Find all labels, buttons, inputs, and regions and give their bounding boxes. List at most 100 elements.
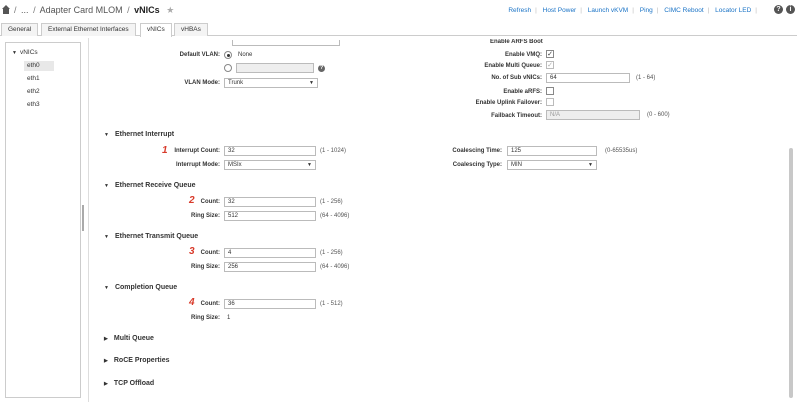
tab-bar: General External Ethernet Interfaces vNI…: [0, 22, 797, 37]
header-links: Refresh | Host Power | Launch vKVM | Ping | …: [508, 7, 757, 14]
help-icon[interactable]: ?: [774, 5, 783, 14]
enable-multi-queue-checkbox[interactable]: ✓: [546, 61, 554, 69]
default-vlan-label: Default VLAN:: [179, 52, 220, 58]
caret-right-icon: ▶: [104, 336, 108, 342]
caret-down-icon: ▼: [104, 285, 109, 291]
chevron-down-icon: ▼: [588, 162, 593, 168]
locator-led-link[interactable]: Locator LED: [715, 7, 751, 14]
rx-ring-size-range: (64 - 4096): [320, 213, 350, 219]
interrupt-count-input[interactable]: 32: [224, 146, 316, 156]
enable-vmq-label: Enable VMQ:: [504, 52, 542, 58]
vlan-help-icon[interactable]: ?: [318, 65, 325, 72]
section-tcp-offload[interactable]: ▶ TCP Offload: [104, 380, 154, 387]
section-multi-queue[interactable]: ▶ Multi Queue: [104, 335, 154, 342]
sub-vnics-range: (1 - 64): [636, 75, 656, 81]
section-ethernet-interrupt[interactable]: ▼ Ethernet Interrupt: [104, 131, 174, 138]
section-completion-queue[interactable]: ▼ Completion Queue: [104, 284, 177, 291]
host-power-link[interactable]: Host Power: [543, 7, 577, 14]
cq-count-range: (1 - 512): [320, 301, 343, 307]
interrupt-mode-value: MSIx: [228, 162, 242, 168]
scrollbar-thumb[interactable]: [789, 148, 793, 398]
section-ethernet-receive-queue[interactable]: ▼ Ethernet Receive Queue: [104, 182, 195, 189]
breadcrumb-ellipsis[interactable]: ...: [21, 5, 29, 15]
tx-ring-size-label: Ring Size:: [190, 264, 220, 270]
interrupt-mode-select[interactable]: MSIx ▼: [224, 160, 316, 170]
cq-ring-size-label: Ring Size:: [190, 315, 220, 321]
tree-item-eth3[interactable]: eth3: [24, 100, 54, 110]
cq-count-label: Count:: [200, 301, 220, 307]
interrupt-mode-label: Interrupt Mode:: [176, 162, 220, 168]
cimc-reboot-link[interactable]: CIMC Reboot: [664, 7, 703, 14]
tab-external-ethernet-interfaces[interactable]: External Ethernet Interfaces: [41, 23, 136, 36]
coalescing-time-range: (0-65535us): [605, 148, 638, 154]
launch-vkvm-link[interactable]: Launch vKVM: [588, 7, 628, 14]
failback-timeout-range: (0 - 600): [647, 112, 670, 118]
vlan-custom-radio[interactable]: [224, 64, 232, 72]
failback-timeout-input[interactable]: N/A: [546, 110, 640, 120]
cq-ring-size-value: 1: [227, 315, 231, 321]
tab-general[interactable]: General: [1, 23, 39, 36]
caret-down-icon: ▼: [104, 234, 109, 240]
refresh-link[interactable]: Refresh: [508, 7, 531, 14]
tree-item-eth0[interactable]: eth0: [24, 61, 54, 71]
vlan-mode-label: VLAN Mode:: [184, 80, 220, 86]
enable-arfs-label: Enable aRFS:: [503, 89, 542, 95]
tree-item-eth1[interactable]: eth1: [24, 74, 54, 84]
tx-count-label: Count:: [200, 250, 220, 256]
vlan-mode-select[interactable]: Trunk ▼: [224, 78, 318, 88]
caret-down-icon[interactable]: ▼: [12, 50, 17, 56]
sub-vnics-label: No. of Sub vNICs:: [491, 75, 542, 81]
pane-splitter-handle[interactable]: [82, 205, 84, 231]
vertical-scrollbar[interactable]: [788, 38, 794, 398]
breadcrumb-current: vNICs: [134, 5, 160, 15]
vnic-tree: ▼ vNICs eth0 eth1 eth2 eth3: [5, 42, 81, 398]
cq-count-input[interactable]: 36: [224, 299, 316, 309]
caret-right-icon: ▶: [104, 358, 108, 364]
vlan-none-label: None: [238, 52, 253, 58]
rx-count-input[interactable]: 32: [224, 197, 316, 207]
favorite-star-icon[interactable]: ★: [166, 5, 174, 15]
chevron-down-icon: ▼: [307, 162, 312, 168]
coalescing-type-label: Coalescing Type:: [452, 162, 502, 168]
section-ethernet-transmit-queue[interactable]: ▼ Ethernet Transmit Queue: [104, 233, 198, 240]
enable-uplink-failover-checkbox[interactable]: [546, 98, 554, 106]
section-roce-properties[interactable]: ▶ RoCE Properties: [104, 357, 169, 364]
caret-down-icon: ▼: [104, 183, 109, 189]
coalescing-type-value: MIN: [511, 162, 522, 168]
chevron-down-icon: ▼: [309, 80, 314, 86]
home-icon[interactable]: [2, 5, 10, 14]
tx-ring-size-input[interactable]: 256: [224, 262, 316, 272]
rx-ring-size-label: Ring Size:: [190, 213, 220, 219]
vlan-mode-value: Trunk: [228, 80, 244, 86]
clipped-input[interactable]: [232, 40, 340, 46]
enable-uplink-failover-label: Enable Uplink Failover:: [475, 100, 542, 106]
tab-vhbas[interactable]: vHBAs: [174, 23, 208, 36]
failback-timeout-label: Failback Timeout:: [491, 113, 542, 119]
ping-link[interactable]: Ping: [640, 7, 653, 14]
enable-multi-queue-label: Enable Multi Queue:: [484, 63, 542, 69]
interrupt-count-label: Interrupt Count:: [174, 148, 220, 154]
enable-arfs-checkbox[interactable]: [546, 87, 554, 95]
vnic-properties-panel: [88, 38, 797, 402]
enable-vmq-checkbox[interactable]: ✓: [546, 50, 554, 58]
sub-vnics-input[interactable]: 64: [546, 73, 630, 83]
caret-down-icon: ▼: [104, 132, 109, 138]
vlan-id-input[interactable]: [236, 63, 314, 73]
caret-right-icon: ▶: [104, 381, 108, 387]
tx-ring-size-range: (64 - 4096): [320, 264, 350, 270]
tx-count-range: (1 - 256): [320, 250, 343, 256]
tx-count-input[interactable]: 4: [224, 248, 316, 258]
rx-count-label: Count:: [200, 199, 220, 205]
tree-item-eth2[interactable]: eth2: [24, 87, 54, 97]
breadcrumb-adapter[interactable]: Adapter Card MLOM: [40, 5, 123, 15]
tab-vnics[interactable]: vNICs: [140, 23, 172, 37]
coalescing-type-select[interactable]: MIN ▼: [507, 160, 597, 170]
coalescing-time-input[interactable]: 125: [507, 146, 597, 156]
breadcrumb: / ... / Adapter Card MLOM / vNICs ★: [14, 5, 175, 15]
interrupt-count-range: (1 - 1024): [320, 148, 347, 154]
vlan-none-radio[interactable]: [224, 51, 232, 59]
tree-root-vnics[interactable]: ▼ vNICs: [12, 49, 38, 56]
info-icon[interactable]: i: [786, 5, 795, 14]
rx-ring-size-input[interactable]: 512: [224, 211, 316, 221]
rx-count-range: (1 - 256): [320, 199, 343, 205]
